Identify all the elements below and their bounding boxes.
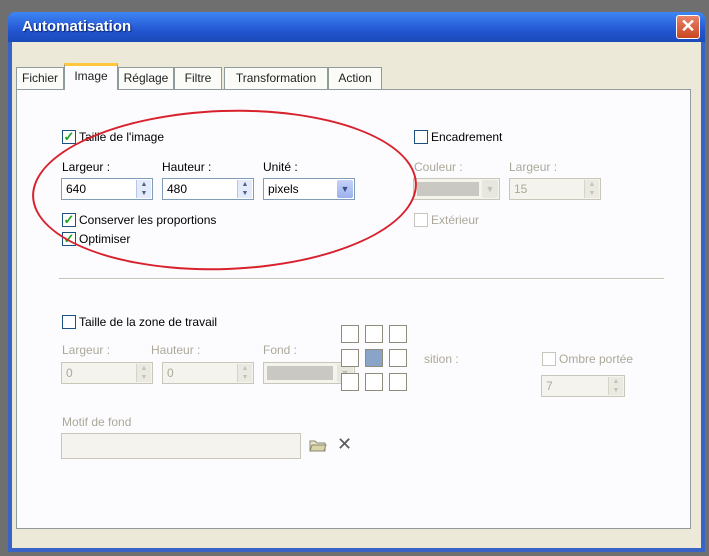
height-input[interactable]: 480 ▲ ▼ (162, 178, 254, 200)
position-bottom-right[interactable] (389, 373, 407, 391)
tab-filtre[interactable]: Filtre (174, 67, 222, 89)
tab-image[interactable]: Image (64, 63, 118, 90)
workspace-height-label: Hauteur : (151, 343, 201, 357)
frame-width-input[interactable]: 15 ▲ ▼ (509, 178, 601, 200)
drop-shadow-spinner[interactable]: ▲ ▼ (608, 377, 623, 395)
dialog-client-area: Fichier Image Réglage Filtre Transformat… (12, 42, 701, 548)
window-title: Automatisation (22, 18, 132, 35)
tab-fichier[interactable]: Fichier (16, 67, 64, 89)
keep-ratio-label: Conserver les proportions (79, 213, 217, 227)
tab-action[interactable]: Action (328, 67, 382, 89)
pattern-input[interactable] (61, 433, 301, 459)
outside-label: Extérieur (431, 213, 480, 227)
color-swatch (267, 366, 333, 380)
spin-down-icon: ▼ (140, 374, 148, 381)
spin-up-icon: ▲ (612, 378, 620, 385)
frame-checkbox[interactable] (414, 130, 428, 144)
drop-shadow-checkbox[interactable] (542, 352, 556, 366)
tab-reglage[interactable]: Réglage (118, 67, 174, 89)
image-size-checkbox[interactable]: ✓ (62, 130, 76, 144)
position-label: sition : (424, 352, 459, 366)
position-top-center[interactable] (365, 325, 383, 343)
position-top-right[interactable] (389, 325, 407, 343)
check-icon: ✓ (63, 231, 75, 246)
position-bottom-center[interactable] (365, 373, 383, 391)
title-bar[interactable]: Automatisation ✕ (8, 12, 705, 42)
automation-dialog: Automatisation ✕ Fichier Image Réglage F… (8, 12, 705, 552)
drop-shadow-label: Ombre portée (559, 352, 634, 366)
position-center-selected[interactable] (365, 349, 383, 367)
spin-down-icon: ▼ (241, 190, 249, 197)
close-button[interactable]: ✕ (676, 15, 700, 39)
section-separator (59, 278, 664, 280)
chevron-down-icon[interactable]: ▼ (337, 180, 353, 198)
workspace-height-spinner[interactable]: ▲ ▼ (237, 364, 252, 382)
frame-width-label: Largeur : (509, 160, 558, 174)
height-spinner[interactable]: ▲ ▼ (237, 180, 252, 198)
spin-down-icon: ▼ (588, 190, 596, 197)
spin-up-icon: ▲ (140, 365, 148, 372)
position-top-left[interactable] (341, 325, 359, 343)
width-input[interactable]: 640 ▲ ▼ (61, 178, 153, 200)
spin-up-icon: ▲ (140, 181, 148, 188)
workspace-checkbox[interactable] (62, 315, 76, 329)
spin-down-icon: ▼ (140, 190, 148, 197)
spin-up-icon: ▲ (241, 365, 249, 372)
tab-transformation[interactable]: Transformation (224, 67, 328, 89)
workspace-label: Taille de la zone de travail (79, 315, 218, 329)
position-bottom-left[interactable] (341, 373, 359, 391)
width-spinner[interactable]: ▲ ▼ (136, 180, 151, 198)
workspace-width-spinner[interactable]: ▲ ▼ (136, 364, 151, 382)
color-swatch (417, 182, 479, 196)
workspace-width-label: Largeur : (62, 343, 111, 357)
spin-up-icon: ▲ (588, 181, 596, 188)
position-middle-right[interactable] (389, 349, 407, 367)
image-size-label: Taille de l'image (79, 130, 165, 144)
keep-ratio-checkbox[interactable]: ✓ (62, 213, 76, 227)
frame-color-picker[interactable]: ▼ (413, 178, 500, 200)
spin-up-icon: ▲ (241, 181, 249, 188)
frame-label: Encadrement (431, 130, 503, 144)
folder-browse-icon[interactable] (309, 437, 327, 453)
spin-down-icon: ▼ (241, 374, 249, 381)
height-label: Hauteur : (162, 160, 212, 174)
width-label: Largeur : (62, 160, 111, 174)
chevron-down-icon[interactable]: ▼ (482, 180, 498, 198)
spin-down-icon: ▼ (612, 387, 620, 394)
clear-pattern-icon[interactable]: ✕ (337, 434, 352, 455)
position-middle-left[interactable] (341, 349, 359, 367)
drop-shadow-input[interactable]: 7 ▲ ▼ (541, 375, 625, 397)
optimize-label: Optimiser (79, 232, 131, 246)
frame-width-spinner[interactable]: ▲ ▼ (584, 180, 599, 198)
image-tab-panel: ✓ Taille de l'image Largeur : Hauteur : … (16, 89, 691, 529)
workspace-width-input[interactable]: 0 ▲ ▼ (61, 362, 153, 384)
frame-color-label: Couleur : (414, 160, 463, 174)
check-icon: ✓ (63, 212, 75, 227)
unit-label: Unité : (263, 160, 298, 174)
workspace-height-input[interactable]: 0 ▲ ▼ (162, 362, 254, 384)
outside-checkbox[interactable] (414, 213, 428, 227)
pattern-label: Motif de fond (62, 415, 132, 429)
check-icon: ✓ (63, 129, 75, 144)
background-label: Fond : (263, 343, 298, 357)
optimize-checkbox[interactable]: ✓ (62, 232, 76, 246)
unit-select[interactable]: pixels ▼ (263, 178, 355, 200)
